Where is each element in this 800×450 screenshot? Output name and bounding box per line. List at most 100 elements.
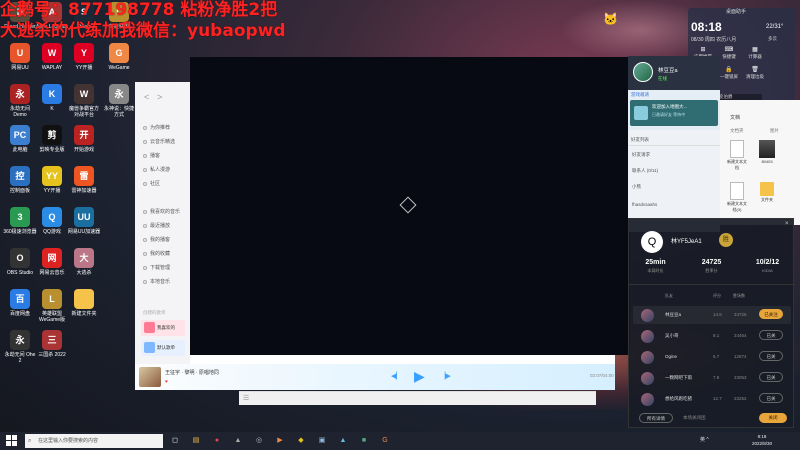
app-icon-b[interactable]: ◎: [253, 435, 265, 447]
app-icon: YY: [42, 166, 62, 186]
desktop-icon[interactable]: U 网易UU: [3, 43, 37, 71]
app-icon-h[interactable]: G: [379, 435, 391, 447]
follow-button[interactable]: 已关: [759, 330, 783, 340]
footer-note: 本场关闭团: [683, 415, 706, 420]
desktop-icon[interactable]: L 英雄联盟WeGame版: [35, 289, 69, 323]
task-view-icon[interactable]: ◻: [169, 435, 181, 447]
desktop-icon[interactable]: 控控制面板: [3, 166, 37, 194]
file-item[interactable]: 新建文本文档(3): [726, 182, 748, 213]
windows-start-icon[interactable]: [6, 435, 18, 447]
qq-status[interactable]: 在线: [658, 76, 667, 82]
details-button[interactable]: 所有详情: [639, 413, 673, 423]
follow-button[interactable]: 已关注: [759, 309, 783, 319]
sidebar-item[interactable]: 为你推荐: [143, 124, 170, 131]
qq-tabs[interactable]: 好友列表: [628, 134, 720, 146]
menu-icon[interactable]: ☰: [243, 394, 249, 402]
app-icon: 3: [10, 207, 30, 227]
cat-icon[interactable]: 🐱: [603, 12, 618, 26]
desktop-icon[interactable]: Y YY开播: [67, 43, 101, 71]
desktop-icon[interactable]: 百百度网盘: [3, 289, 37, 317]
desktop-icon[interactable]: PC 此电脑: [3, 125, 37, 153]
desktop-icon[interactable]: O OBS Studio: [3, 248, 37, 276]
like-icon[interactable]: ♥: [165, 379, 168, 385]
desktop-icon[interactable]: 新建文件夹: [67, 289, 101, 317]
desktop-icon[interactable]: 三三国杀 2022: [35, 330, 69, 358]
desktop-icon[interactable]: 3 360极速浏览器: [3, 207, 37, 235]
app-icon-d[interactable]: ◆: [295, 435, 307, 447]
sidebar-item[interactable]: 最近播放: [143, 222, 170, 229]
file-panel: 文档 文档夹 图片 新建文本文档 80403 新建文本文档(3) 文件夹: [720, 100, 800, 225]
sidebar-item[interactable]: 我喜欢的音乐: [143, 208, 180, 215]
desktop-icon[interactable]: 剪剪映专业版: [35, 125, 69, 153]
list-item[interactable]: 好友请求: [632, 152, 650, 158]
app-icon-e[interactable]: ▣: [316, 435, 328, 447]
notice-card[interactable]: 欢迎加入地图大... 已邀请好友 等待中: [630, 100, 718, 126]
sidebar-item[interactable]: 我的收藏: [143, 250, 170, 257]
widget-button[interactable]: 🗑 清理垃圾: [742, 66, 768, 80]
taskbar-clock[interactable]: 8:18 2022/8/30: [752, 433, 772, 447]
sidebar-item[interactable]: 私人漫游: [143, 166, 170, 173]
desktop-icon[interactable]: 网网易云音乐: [35, 248, 69, 276]
previous-track-icon[interactable]: ◀▏: [391, 372, 402, 380]
close-icon[interactable]: ×: [785, 221, 789, 227]
desktop-icon[interactable]: 雷雷神加速器: [67, 166, 101, 194]
app-icon-f[interactable]: ▲: [337, 435, 349, 447]
desktop-icon[interactable]: 永永神说：快捷方式: [102, 84, 136, 118]
file-item[interactable]: 文件夹: [756, 182, 778, 203]
desktop-icon[interactable]: W WAPLAY: [35, 43, 69, 71]
next-track-icon[interactable]: ▕▶: [440, 372, 451, 380]
desktop-icon[interactable]: 永永劫无间 Demo: [3, 84, 37, 118]
list-item[interactable]: 联系人 (0/11): [632, 168, 658, 174]
list-item[interactable]: fhasdvsaahs: [632, 202, 657, 207]
playlist-liked[interactable]: 我喜欢的: [141, 320, 185, 336]
file-item[interactable]: 80403: [756, 140, 778, 164]
sidebar-item-label: 我的播客: [150, 237, 171, 243]
player-name: 想给风跑吃猪: [665, 396, 692, 401]
app-icon-c[interactable]: ▶: [274, 435, 286, 447]
playlist-default[interactable]: 默认歌单: [141, 340, 185, 356]
desktop-icon[interactable]: YY YY开播: [35, 166, 69, 194]
sidebar-item[interactable]: 下载管理: [143, 264, 170, 271]
desktop-icon[interactable]: KK: [35, 84, 69, 112]
avatar[interactable]: [633, 62, 653, 82]
desktop-icon[interactable]: Q QQ游戏: [35, 207, 69, 235]
chrome-icon[interactable]: ●: [211, 435, 223, 447]
notice-icon: [634, 106, 648, 120]
forward-icon[interactable]: >: [157, 92, 162, 102]
images-column-label: 图片: [770, 128, 779, 133]
sidebar-item-icon: [143, 181, 147, 186]
overlay-line-2: 大逃杀的代练加我微信：yubaopwd: [0, 21, 286, 41]
app-icon: 雷: [74, 166, 94, 186]
album-cover[interactable]: [139, 367, 161, 387]
widget-button[interactable]: ▦ 计算器: [742, 46, 768, 60]
desktop-icon[interactable]: 大大逃杀: [67, 248, 101, 276]
follow-button[interactable]: 已关: [759, 372, 783, 382]
sidebar-item[interactable]: 本地音乐: [143, 278, 170, 285]
tray-icons[interactable]: 英 ^: [700, 436, 709, 443]
desktop-icon-label: WAPLAY: [41, 65, 63, 71]
desktop-icon[interactable]: 开开始游戏: [67, 125, 101, 153]
back-icon[interactable]: <: [144, 92, 149, 102]
sidebar-item[interactable]: 云音乐精选: [143, 138, 175, 145]
app-icon-g[interactable]: ■: [358, 435, 370, 447]
file-item[interactable]: 新建文本文档: [726, 140, 748, 171]
follow-button[interactable]: 已关: [759, 351, 783, 361]
widget-button-label: 计算器: [748, 54, 762, 59]
play-icon[interactable]: ▶: [414, 368, 425, 385]
desktop-icon[interactable]: 永永劫无间 Ohe 2: [3, 330, 37, 364]
desktop-icon[interactable]: UU 网易UU加速器: [67, 207, 101, 235]
app-icon-a[interactable]: ▲: [232, 435, 244, 447]
desktop-icon[interactable]: W 魔兽争霸官方对战平台: [67, 84, 101, 118]
desktop-icon[interactable]: G WeGame: [102, 43, 136, 71]
follow-button[interactable]: 已关: [759, 393, 783, 403]
player-name: Ogine: [665, 354, 678, 359]
sidebar-item[interactable]: 我的播客: [143, 236, 170, 243]
list-item[interactable]: 小熊: [632, 184, 641, 190]
sidebar-item[interactable]: 社区: [143, 180, 160, 187]
sidebar-item[interactable]: 播客: [143, 152, 160, 159]
taskbar-search-input[interactable]: ⌕ 在这里输入你要搜索的内容: [25, 434, 163, 448]
close-button[interactable]: 关闭: [759, 413, 787, 423]
table-row: 吴小哥 8.1 24464 已关: [633, 327, 791, 345]
play-time: 02:07/04:00: [590, 373, 614, 378]
folder-icon[interactable]: ▤: [190, 435, 202, 447]
